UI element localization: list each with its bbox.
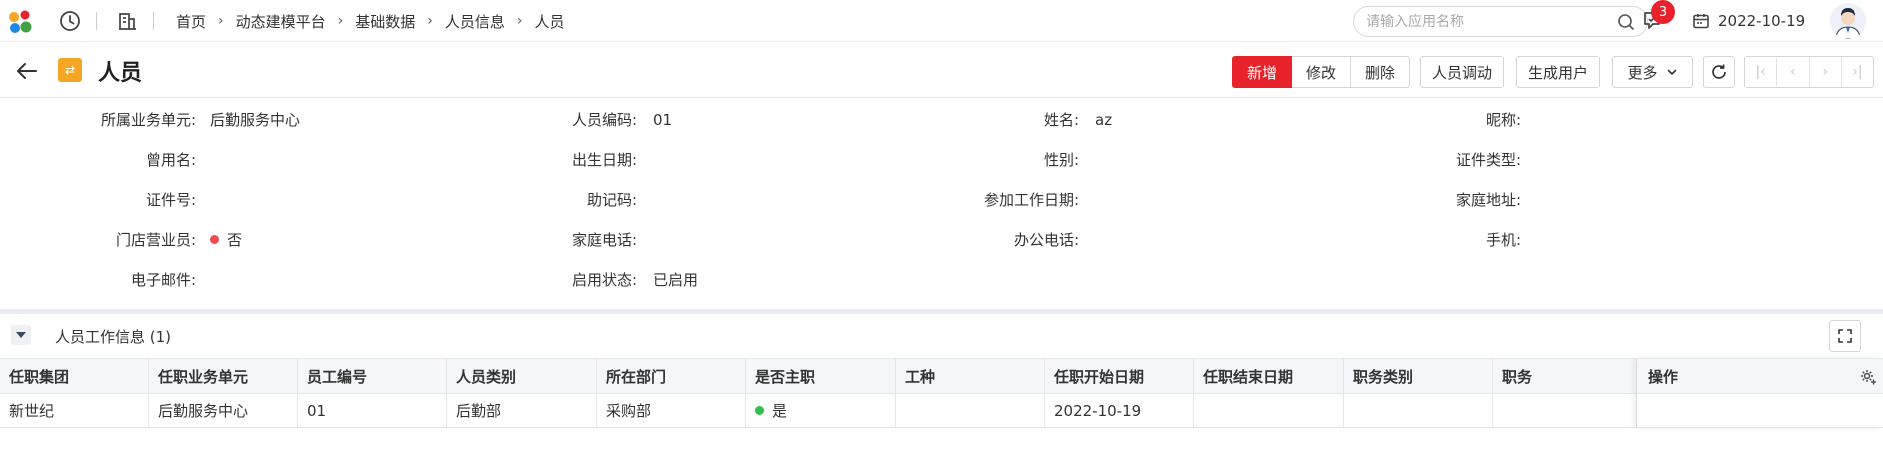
table-cell: 新世纪 bbox=[0, 394, 149, 427]
refresh-icon bbox=[1712, 64, 1726, 79]
column-header[interactable]: 职务 bbox=[1493, 359, 1637, 393]
more-button[interactable]: 更多 bbox=[1612, 56, 1693, 88]
table-row[interactable]: 新世纪 后勤服务中心 01 后勤部 采购部 是 2022-10-19 bbox=[0, 394, 1883, 428]
column-header[interactable]: 职务类别 bbox=[1344, 359, 1493, 393]
title-bar: ⇄ 人员 新增 修改 删除 人员调动 生成用户 更多 |‹ ‹ › ›| bbox=[0, 42, 1883, 98]
notification-badge: 3 bbox=[1651, 0, 1675, 24]
field-home-address: 家庭地址: bbox=[0, 188, 1521, 212]
nickname-label: 昵称: bbox=[1485, 111, 1521, 129]
column-header[interactable]: 是否主职 bbox=[746, 359, 896, 393]
column-header[interactable]: 所在部门 bbox=[597, 359, 746, 393]
calendar-icon bbox=[1693, 14, 1709, 29]
field-nickname: 昵称: bbox=[0, 108, 1521, 132]
edit-button[interactable]: 修改 bbox=[1292, 56, 1351, 88]
toolbar-divider bbox=[153, 12, 154, 30]
column-header-operations: 操作 bbox=[1637, 359, 1883, 393]
table-cell: 后勤部 bbox=[447, 394, 597, 427]
app-search bbox=[1353, 6, 1648, 37]
chevron-right-icon: › bbox=[337, 13, 344, 29]
table-cell bbox=[896, 394, 1045, 427]
id-type-label: 证件类型: bbox=[1455, 151, 1521, 169]
breadcrumb-platform[interactable]: 动态建模平台 bbox=[236, 11, 326, 32]
record-pager: |‹ ‹ › ›| bbox=[1744, 56, 1874, 88]
search-icon[interactable] bbox=[1617, 13, 1635, 31]
next-record-icon[interactable]: › bbox=[1810, 57, 1842, 87]
table-cell bbox=[1194, 394, 1344, 427]
more-label: 更多 bbox=[1627, 63, 1658, 82]
refresh-button[interactable] bbox=[1703, 56, 1735, 88]
app-search-input[interactable] bbox=[1366, 13, 1617, 30]
work-info-section-header: 人员工作信息 (1) bbox=[0, 316, 1883, 356]
breadcrumb-basic-data[interactable]: 基础数据 bbox=[355, 11, 415, 32]
add-button[interactable]: 新增 bbox=[1232, 56, 1292, 88]
status-dot-icon bbox=[755, 406, 764, 415]
breadcrumb-current: 人员 bbox=[534, 12, 565, 31]
column-header[interactable]: 工种 bbox=[896, 359, 1045, 393]
column-header[interactable]: 任职结束日期 bbox=[1194, 359, 1344, 393]
avatar[interactable] bbox=[1830, 3, 1866, 39]
table-cell: 后勤服务中心 bbox=[149, 394, 298, 427]
delete-button[interactable]: 删除 bbox=[1351, 56, 1410, 88]
breadcrumb: 首页 › 动态建模平台 › 基础数据 › 人员信息 › 人员 bbox=[176, 0, 565, 42]
page-title: 人员 bbox=[98, 61, 143, 86]
last-record-icon[interactable]: ›| bbox=[1842, 57, 1873, 87]
personnel-module-icon: ⇄ bbox=[58, 58, 82, 82]
transfer-button[interactable]: 人员调动 bbox=[1420, 56, 1504, 88]
table-cell: 01 bbox=[298, 394, 447, 427]
table-cell bbox=[1493, 394, 1637, 427]
collapse-toggle-icon[interactable] bbox=[11, 325, 31, 345]
enable-status-value: 已启用 bbox=[653, 271, 699, 289]
top-bar: 首页 › 动态建模平台 › 基础数据 › 人员信息 › 人员 3 2022-10… bbox=[0, 0, 1883, 42]
chevron-right-icon: › bbox=[218, 13, 224, 29]
toolbar-divider bbox=[96, 12, 97, 30]
table-cell bbox=[1344, 394, 1493, 427]
breadcrumb-home[interactable]: 首页 bbox=[176, 11, 206, 32]
field-id-type: 证件类型: bbox=[0, 148, 1521, 172]
chevron-right-icon: › bbox=[427, 13, 433, 29]
expand-icon bbox=[1838, 329, 1852, 343]
column-header[interactable]: 员工编号 bbox=[298, 359, 447, 393]
app-logo[interactable] bbox=[6, 8, 34, 36]
field-enable-status: 启用状态: bbox=[0, 268, 637, 292]
prev-record-icon[interactable]: ‹ bbox=[1777, 57, 1810, 87]
column-header[interactable]: 人员类别 bbox=[447, 359, 597, 393]
column-header[interactable]: 任职集团 bbox=[0, 359, 149, 393]
column-header[interactable]: 任职业务单元 bbox=[149, 359, 298, 393]
personnel-form: 所属业务单元: 后勤服务中心 人员编码: 01 姓名: az 昵称: 曾用名: … bbox=[0, 98, 1883, 310]
column-header[interactable]: 任职开始日期 bbox=[1045, 359, 1194, 393]
field-mobile: 手机: bbox=[0, 228, 1521, 252]
enable-status-label: 启用状态: bbox=[571, 271, 637, 289]
chevron-down-icon bbox=[1666, 69, 1677, 76]
chevron-right-icon: › bbox=[516, 13, 523, 29]
table-header-row: 任职集团 任职业务单元 员工编号 人员类别 所在部门 是否主职 工种 任职开始日… bbox=[0, 358, 1883, 394]
operations-header-label: 操作 bbox=[1648, 367, 1679, 386]
history-icon[interactable] bbox=[58, 9, 82, 33]
create-user-button[interactable]: 生成用户 bbox=[1516, 56, 1600, 88]
work-info-title: 人员工作信息 (1) bbox=[55, 328, 172, 346]
section-divider bbox=[0, 309, 1883, 314]
back-arrow-icon[interactable] bbox=[14, 58, 40, 84]
fullscreen-button[interactable] bbox=[1829, 320, 1861, 352]
home-address-label: 家庭地址: bbox=[1455, 191, 1521, 209]
table-cell-main-job: 是 bbox=[746, 394, 896, 427]
date-display[interactable]: 2022-10-19 bbox=[1692, 0, 1805, 42]
main-job-value: 是 bbox=[772, 402, 788, 420]
current-date: 2022-10-19 bbox=[1718, 12, 1806, 30]
breadcrumb-personnel-info[interactable]: 人员信息 bbox=[445, 11, 505, 32]
column-settings-icon[interactable] bbox=[1859, 368, 1877, 386]
mobile-label: 手机: bbox=[1485, 231, 1521, 249]
first-record-icon[interactable]: |‹ bbox=[1745, 57, 1778, 87]
table-cell: 2022-10-19 bbox=[1045, 394, 1194, 427]
table-cell: 采购部 bbox=[597, 394, 746, 427]
table-cell-operations bbox=[1637, 394, 1883, 427]
building-icon[interactable] bbox=[115, 9, 139, 33]
